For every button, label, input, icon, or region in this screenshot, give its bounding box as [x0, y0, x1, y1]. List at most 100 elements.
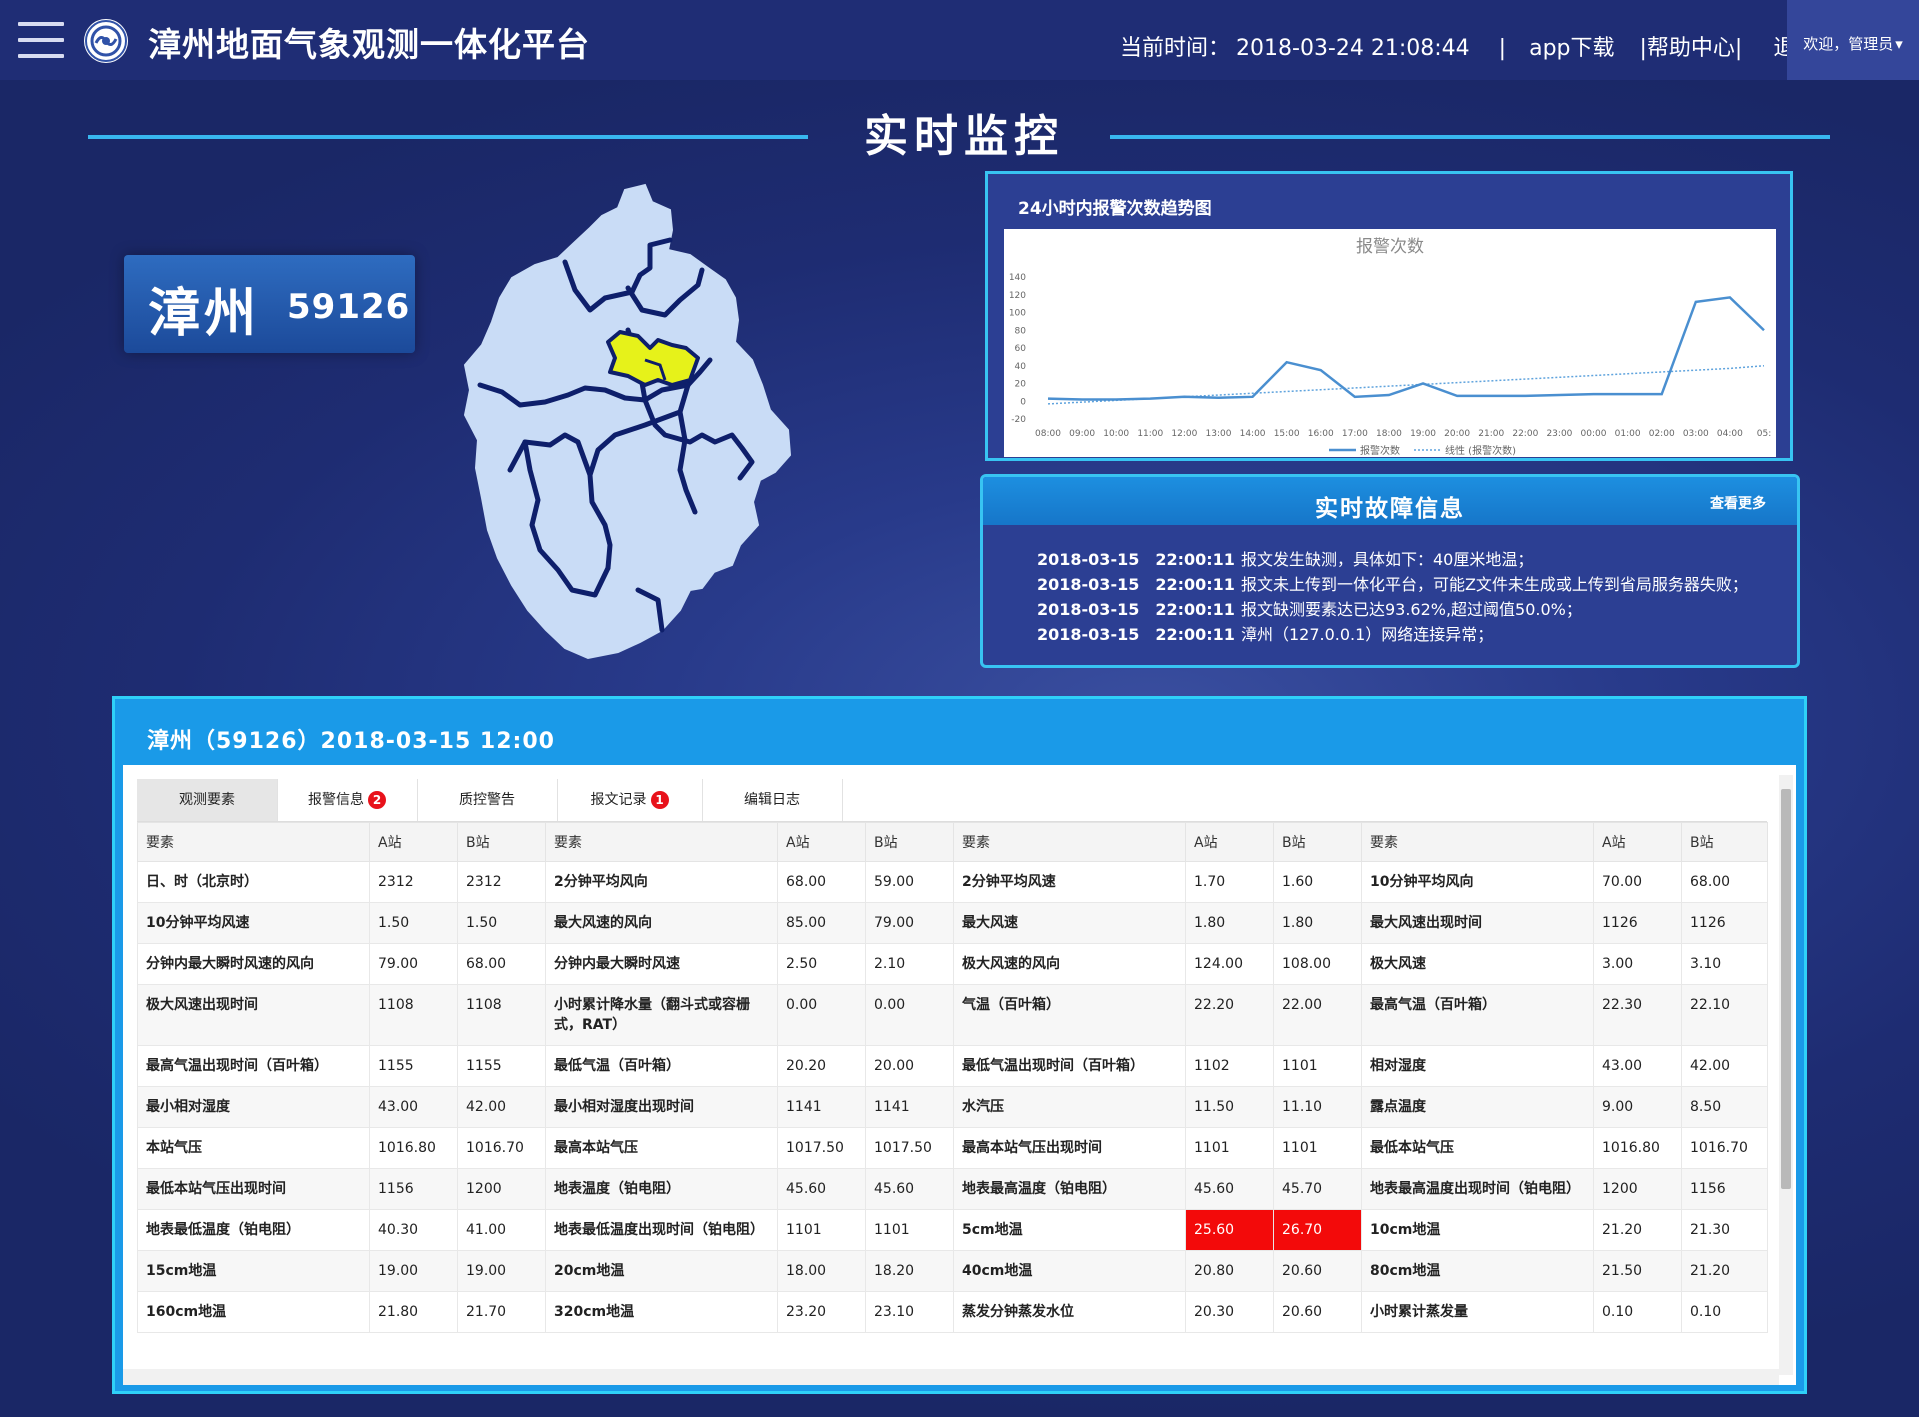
fault-text: 报文未上传到一体化平台，可能Z文件未生成或上传到省局服务器失败； — [1240, 575, 1748, 594]
header-info: 当前时间： 2018-03-24 21:08:44 | app下载 |帮助中心| … — [1120, 30, 1823, 62]
station-b-value: 108.00 — [1273, 943, 1362, 985]
legend-trend-label: 线性 (报警次数) — [1445, 444, 1516, 457]
station-b-value: 20.60 — [1273, 1250, 1362, 1292]
station-b-value: 1101 — [1273, 1045, 1362, 1087]
tab-alarm-info[interactable]: 报警信息 2 — [277, 779, 418, 821]
fault-text: 报文发生缺测，具体如下：40厘米地温； — [1240, 550, 1534, 569]
dropdown-icon: ▾ — [1895, 35, 1903, 53]
help-center-link[interactable]: |帮助中心| — [1640, 36, 1743, 61]
element-name-cell: 最低本站气压出现时间 — [137, 1168, 370, 1210]
element-name-cell: 极大风速 — [1361, 943, 1594, 985]
station-a-value: 1016.80 — [1593, 1127, 1682, 1169]
element-name-cell: 160cm地温 — [137, 1291, 370, 1333]
station-a-value: 124.00 — [1185, 943, 1274, 985]
fault-text: 漳州（127.0.0.1）网络连接异常； — [1240, 625, 1494, 644]
element-name-cell: 40cm地温 — [953, 1250, 1186, 1292]
station-a-value: 1101 — [777, 1209, 866, 1251]
alarm-value-cell: 25.60 — [1185, 1209, 1274, 1251]
fault-item: 2018-03-15 22:00:11 报文缺测要素达已达93.62%,超过阈值5… — [1037, 597, 1748, 622]
station-b-value: 23.10 — [865, 1291, 954, 1333]
element-name-cell: 最高气温（百叶箱） — [1361, 984, 1594, 1046]
x-tick-label: 11:00 — [1137, 429, 1163, 439]
station-a-value: 21.50 — [1593, 1250, 1682, 1292]
station-b-value: 42.00 — [1681, 1045, 1768, 1087]
station-a-value: 79.00 — [369, 943, 458, 985]
station-a-value: 22.30 — [1593, 984, 1682, 1046]
column-header: A站 — [1593, 822, 1682, 862]
element-name-cell: 最高本站气压出现时间 — [953, 1127, 1186, 1169]
y-tick-label: 100 — [1009, 309, 1026, 319]
vertical-scrollbar[interactable] — [1779, 775, 1793, 1375]
app-download-link[interactable]: app下载 — [1529, 36, 1614, 61]
station-b-value: 11.10 — [1273, 1086, 1362, 1128]
station-b-value: 41.00 — [457, 1209, 546, 1251]
horizontal-scrollbar[interactable] — [123, 1369, 1779, 1385]
station-b-value: 1141 — [865, 1086, 954, 1128]
app-title: 漳州地面气象观测一体化平台 — [148, 25, 590, 64]
station-b-value: 20.00 — [865, 1045, 954, 1087]
station-a-value: 18.00 — [777, 1250, 866, 1292]
element-name-cell: 最大风速出现时间 — [1361, 902, 1594, 944]
station-b-value: 19.00 — [457, 1250, 546, 1292]
column-header: B站 — [1273, 822, 1362, 862]
menu-icon[interactable] — [18, 20, 64, 60]
station-b-value: 3.10 — [1681, 943, 1768, 985]
x-tick-label: 12:00 — [1171, 429, 1197, 439]
observation-table: 要素 A站 B站 要素 A站 B站 要素 A站 B站 要素 A站 B站 日、时（北京时） 2312 231… — [137, 822, 1768, 1333]
station-a-value: 43.00 — [369, 1086, 458, 1128]
station-card: 漳州 59126 — [124, 255, 415, 353]
x-tick-label: 02:00 — [1649, 429, 1675, 439]
station-a-value: 1156 — [369, 1168, 458, 1210]
fault-header: 实时故障信息 查看更多 — [983, 477, 1797, 525]
element-name-cell: 气温（百叶箱） — [953, 984, 1186, 1046]
element-name-cell: 地表最高温度出现时间（铂电阻） — [1361, 1168, 1594, 1210]
station-a-value: 1017.50 — [777, 1127, 866, 1169]
table-panel-title: 漳州（59126）2018-03-15 12:00 — [147, 729, 555, 754]
element-name-cell: 最低气温（百叶箱） — [545, 1045, 778, 1087]
alarm-trend-chart: 报警次数 140 120 100 80 60 40 20 0 -20 08:00 09:00 10:00… — [1004, 229, 1776, 457]
column-header: 要素 — [953, 822, 1186, 862]
element-name-cell: 极大风速的风向 — [953, 943, 1186, 985]
station-b-value: 42.00 — [457, 1086, 546, 1128]
station-a-value: 23.20 — [777, 1291, 866, 1333]
table-body: 日、时（北京时） 2312 2312 2分钟平均风向 68.00 59.00 2分钟平均风速… — [137, 861, 1768, 1333]
station-a-value: 1155 — [369, 1045, 458, 1087]
station-a-value: 1.80 — [1185, 902, 1274, 944]
station-a-value: 43.00 — [1593, 1045, 1682, 1087]
x-tick-label: 22:00 — [1512, 429, 1538, 439]
x-tick-label: 05: — [1757, 429, 1771, 439]
table-header-row: 要素 A站 B站 要素 A站 B站 要素 A站 B站 要素 A站 B站 — [137, 822, 1768, 862]
table-row: 日、时（北京时） 2312 2312 2分钟平均风向 68.00 59.00 2分钟平均风速… — [137, 861, 1768, 903]
table-row: 10分钟平均风速 1.50 1.50 最大风速的风向 85.00 79.00 最大风速 1.8… — [137, 902, 1768, 944]
view-more-link[interactable]: 查看更多 — [1710, 493, 1766, 513]
chart-title: 报警次数 — [1356, 237, 1424, 257]
tab-observation[interactable]: 观测要素 — [137, 779, 278, 821]
chart-svg: 报警次数 140 120 100 80 60 40 20 0 -20 08:00 09:00 10:00… — [1009, 237, 1771, 457]
column-header: B站 — [1681, 822, 1768, 862]
station-a-value: 21.80 — [369, 1291, 458, 1333]
element-name-cell: 最高本站气压 — [545, 1127, 778, 1169]
tab-qc-warning[interactable]: 质控警告 — [417, 779, 558, 821]
station-a-value: 1.50 — [369, 902, 458, 944]
x-tick-label: 08:00 — [1035, 429, 1061, 439]
x-tick-label: 04:00 — [1717, 429, 1743, 439]
scrollbar-thumb[interactable] — [1781, 789, 1791, 1189]
user-menu[interactable]: 欢迎，管理员 ▾ — [1787, 0, 1919, 80]
element-name-cell: 20cm地温 — [545, 1250, 778, 1292]
top-header: 漳州地面气象观测一体化平台 当前时间： 2018-03-24 21:08:44 |… — [0, 0, 1919, 80]
tab-message-records[interactable]: 报文记录 1 — [557, 779, 703, 821]
tab-label: 观测要素 — [179, 792, 235, 808]
station-a-value: 85.00 — [777, 902, 866, 944]
element-name-cell: 蒸发分钟蒸发水位 — [953, 1291, 1186, 1333]
station-b-value: 21.70 — [457, 1291, 546, 1333]
region-map[interactable] — [440, 180, 800, 670]
station-b-value: 22.10 — [1681, 984, 1768, 1046]
element-name-cell: 最小相对湿度 — [137, 1086, 370, 1128]
fault-info-panel: 实时故障信息 查看更多 2018-03-15 22:00:11 报文发生缺测，具体… — [980, 474, 1800, 668]
table-row: 最高气温出现时间（百叶箱） 1155 1155 最低气温（百叶箱） 20.20 20.00… — [137, 1045, 1768, 1087]
x-tick-label: 00:00 — [1581, 429, 1607, 439]
column-header: 要素 — [1361, 822, 1594, 862]
station-b-value: 21.30 — [1681, 1209, 1768, 1251]
tab-edit-log[interactable]: 编辑日志 — [702, 779, 843, 821]
station-b-value: 79.00 — [865, 902, 954, 944]
